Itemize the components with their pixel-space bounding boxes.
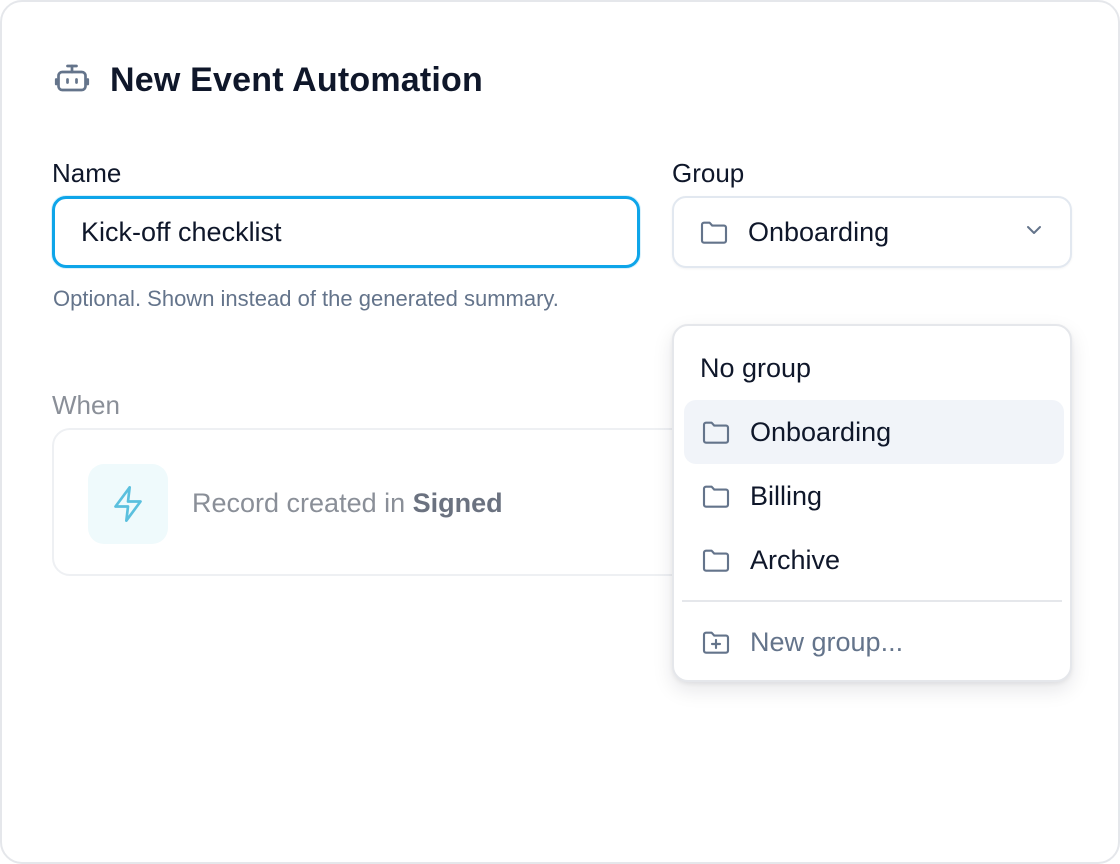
chevron-down-icon [1022,218,1046,247]
page-title: New Event Automation [110,61,483,99]
option-onboarding[interactable]: Onboarding [684,400,1064,464]
folder-plus-icon [700,626,732,658]
robot-icon [54,60,90,101]
trigger-target: Signed [412,488,503,518]
group-select[interactable]: Onboarding [672,196,1072,268]
option-archive[interactable]: Archive [684,528,1064,592]
bolt-icon [88,464,168,544]
dropdown-divider [682,600,1062,602]
folder-icon [698,216,730,248]
folder-icon [700,480,732,512]
option-label: New group... [750,626,904,657]
name-helper-text: Optional. Shown instead of the generated… [53,286,559,311]
trigger-prefix: Record created in [192,488,413,518]
trigger-card[interactable]: Record created in Signed [52,428,752,576]
option-label: Onboarding [750,416,892,447]
folder-icon [700,416,732,448]
when-label: When [52,390,120,420]
automation-dialog: New Event Automation Name Optional. Show… [0,0,1120,864]
group-label: Group [672,158,745,188]
option-label: No group [700,352,812,383]
name-input[interactable] [52,196,640,268]
folder-icon [700,544,732,576]
option-label: Billing [750,480,823,511]
option-billing[interactable]: Billing [684,464,1064,528]
dialog-header: New Event Automation [54,60,483,101]
new-group-button[interactable]: New group... [684,610,1064,674]
option-no-group[interactable]: No group [684,336,1064,400]
option-label: Archive [750,544,841,575]
trigger-summary: Record created in Signed [192,488,503,519]
group-select-value: Onboarding [748,216,890,247]
group-dropdown-menu: No group Onboarding Billing Archive New … [672,324,1072,682]
name-label: Name [52,158,122,188]
